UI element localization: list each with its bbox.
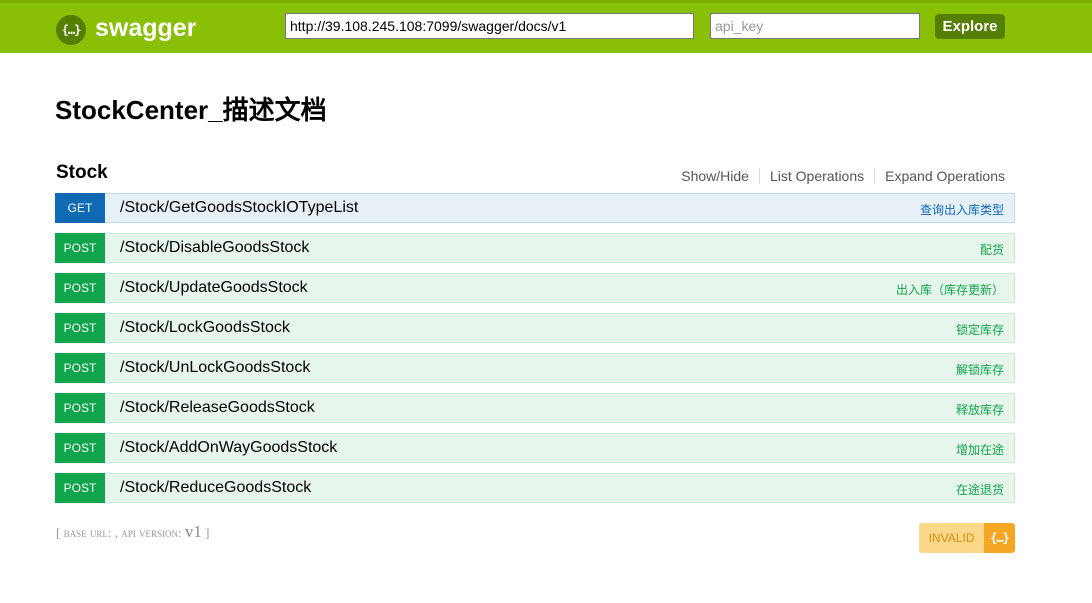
api-key-input[interactable]: [710, 13, 920, 39]
validator-braces-icon[interactable]: {…}: [984, 523, 1015, 553]
show-hide-link[interactable]: Show/Hide: [671, 168, 760, 184]
operation-summary[interactable]: 查询出入库类型: [920, 201, 1004, 218]
operation-path[interactable]: /Stock/ReleaseGoodsStock: [120, 399, 315, 417]
http-method-badge[interactable]: POST: [55, 232, 105, 263]
resource-heading[interactable]: Stock: [56, 162, 108, 184]
operation-row[interactable]: POST /Stock/ReduceGoodsStock 在途退货: [55, 472, 1015, 503]
operation-path[interactable]: /Stock/LockGoodsStock: [120, 319, 290, 337]
http-method-badge[interactable]: POST: [55, 352, 105, 383]
page-title: StockCenter_描述文档: [55, 95, 327, 125]
operation-summary[interactable]: 在途退货: [956, 481, 1004, 498]
http-method-badge[interactable]: POST: [55, 472, 105, 503]
operation-summary[interactable]: 增加在途: [956, 441, 1004, 458]
http-method-badge[interactable]: POST: [55, 432, 105, 463]
operation-summary[interactable]: 释放库存: [956, 401, 1004, 418]
operations-list: GET /Stock/GetGoodsStockIOTypeList 查询出入库…: [55, 192, 1015, 513]
operation-summary[interactable]: 出入库（库存更新）: [896, 281, 1004, 298]
http-method-badge[interactable]: POST: [55, 312, 105, 343]
expand-operations-link[interactable]: Expand Operations: [875, 168, 1005, 184]
explore-button[interactable]: Explore: [935, 14, 1005, 39]
operation-row[interactable]: POST /Stock/LockGoodsStock 锁定库存: [55, 312, 1015, 343]
operation-row[interactable]: POST /Stock/DisableGoodsStock 配货: [55, 232, 1015, 263]
operation-path[interactable]: /Stock/GetGoodsStockIOTypeList: [120, 199, 358, 217]
base-url-sep: : ,: [107, 525, 118, 540]
http-method-badge[interactable]: POST: [55, 272, 105, 303]
operation-path[interactable]: /Stock/AddOnWayGoodsStock: [120, 439, 337, 457]
list-operations-link[interactable]: List Operations: [760, 168, 876, 184]
operation-row[interactable]: POST /Stock/AddOnWayGoodsStock 增加在途: [55, 432, 1015, 463]
operation-path[interactable]: /Stock/UnLockGoodsStock: [120, 359, 310, 377]
validator-status-text[interactable]: INVALID: [919, 523, 984, 553]
operation-row[interactable]: POST /Stock/UpdateGoodsStock 出入库（库存更新）: [55, 272, 1015, 303]
swagger-logo-text[interactable]: swagger: [95, 14, 196, 43]
close-bracket: ]: [205, 525, 210, 540]
operation-path[interactable]: /Stock/DisableGoodsStock: [120, 239, 309, 257]
http-method-badge[interactable]: GET: [55, 192, 105, 223]
swagger-logo-icon[interactable]: {…}: [56, 15, 86, 45]
validator-badge[interactable]: INVALID {…}: [919, 523, 1015, 553]
api-info-footer: [ base url: , api version: v1 ]: [56, 522, 209, 542]
operation-row[interactable]: POST /Stock/UnLockGoodsStock 解锁库存: [55, 352, 1015, 383]
operation-summary[interactable]: 锁定库存: [956, 321, 1004, 338]
base-url-label: base url: [63, 525, 108, 540]
operation-row[interactable]: GET /Stock/GetGoodsStockIOTypeList 查询出入库…: [55, 192, 1015, 223]
operation-row[interactable]: POST /Stock/ReleaseGoodsStock 释放库存: [55, 392, 1015, 423]
operation-path[interactable]: /Stock/ReduceGoodsStock: [120, 479, 311, 497]
operation-summary[interactable]: 配货: [980, 241, 1004, 258]
operation-summary[interactable]: 解锁库存: [956, 361, 1004, 378]
operation-path[interactable]: /Stock/UpdateGoodsStock: [120, 279, 308, 297]
api-version-sep: :: [178, 525, 182, 540]
api-version-value: v1: [184, 522, 202, 541]
api-version-label: api version: [121, 525, 178, 540]
resource-options: Show/Hide List Operations Expand Operati…: [671, 168, 1005, 184]
header-bar: {…} swagger Explore: [0, 0, 1092, 53]
open-bracket: [: [56, 525, 61, 540]
spec-url-input[interactable]: [285, 13, 694, 39]
http-method-badge[interactable]: POST: [55, 392, 105, 423]
